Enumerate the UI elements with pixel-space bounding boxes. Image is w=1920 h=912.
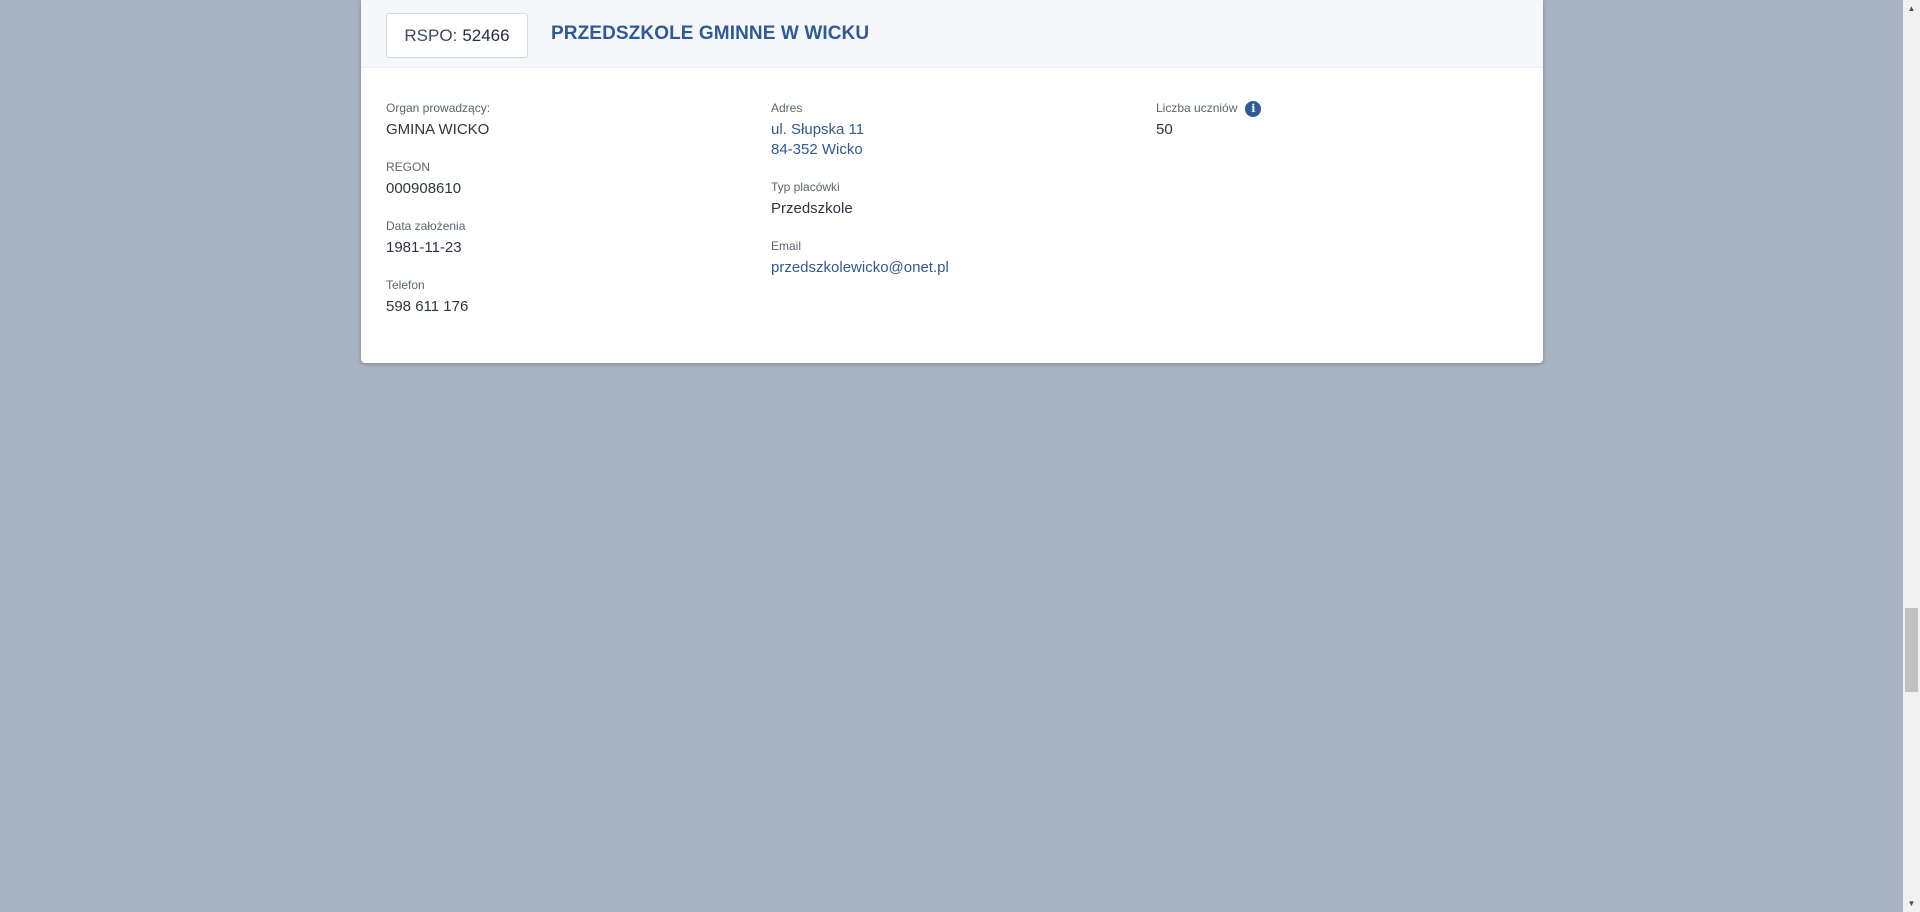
- type-value: Przedszkole: [771, 200, 853, 217]
- type-field: Typ placówki Przedszkole: [771, 180, 949, 219]
- scroll-up-arrow-icon[interactable]: ▲: [1903, 0, 1920, 17]
- address-field: Adres ul. Słupska 11 84-352 Wicko: [771, 101, 949, 160]
- page-viewport: RSPO: 52466 PRZEDSZKOLE GMINNE W WICKU O…: [0, 0, 1920, 912]
- regon-field: REGON 000908610: [386, 160, 490, 199]
- address-line-1[interactable]: ul. Słupska 11: [771, 120, 949, 140]
- details-column-1: Organ prowadzący: GMINA WICKO REGON 0009…: [386, 101, 490, 337]
- email-label: Email: [771, 239, 802, 253]
- scroll-down-arrow-icon[interactable]: ▼: [1903, 895, 1920, 912]
- info-icon[interactable]: i: [1245, 100, 1262, 117]
- organ-label: Organ prowadzący:: [386, 101, 491, 115]
- email-field: Email przedszkolewicko@onet.pl: [771, 239, 949, 278]
- phone-value: 598 611 176: [386, 298, 469, 315]
- details-column-2: Adres ul. Słupska 11 84-352 Wicko Typ pl…: [771, 101, 949, 298]
- students-value: 50: [1156, 121, 1173, 138]
- phone-field: Telefon 598 611 176: [386, 278, 490, 317]
- regon-value: 000908610: [386, 180, 462, 197]
- phone-label: Telefon: [386, 278, 425, 292]
- founded-value: 1981-11-23: [386, 239, 462, 256]
- school-card-header: RSPO: 52466 PRZEDSZKOLE GMINNE W WICKU: [361, 0, 1543, 68]
- founded-field: Data założenia 1981-11-23: [386, 219, 490, 258]
- vertical-scrollbar[interactable]: ▲ ▼: [1903, 0, 1920, 912]
- rspo-value: 52466: [462, 25, 510, 45]
- email-link[interactable]: przedszkolewicko@onet.pl: [771, 258, 949, 278]
- details-column-3: Liczba uczniów i 50: [1156, 100, 1262, 160]
- address-line-2[interactable]: 84-352 Wicko: [771, 140, 949, 160]
- rspo-badge: RSPO: 52466: [386, 13, 528, 58]
- regon-label: REGON: [386, 160, 431, 174]
- founded-label: Data założenia: [386, 219, 466, 233]
- organ-field: Organ prowadzący: GMINA WICKO: [386, 101, 490, 140]
- students-field: Liczba uczniów i 50: [1156, 100, 1262, 140]
- students-label-row: Liczba uczniów i: [1156, 100, 1262, 117]
- school-name: PRZEDSZKOLE GMINNE W WICKU: [551, 23, 870, 44]
- type-label: Typ placówki: [771, 180, 840, 194]
- address-label: Adres: [771, 101, 803, 115]
- students-label: Liczba uczniów: [1156, 101, 1238, 115]
- rspo-label: RSPO:: [404, 25, 458, 45]
- school-card: RSPO: 52466 PRZEDSZKOLE GMINNE W WICKU O…: [361, 0, 1543, 363]
- scroll-thumb[interactable]: [1905, 608, 1918, 692]
- organ-value: GMINA WICKO: [386, 121, 490, 138]
